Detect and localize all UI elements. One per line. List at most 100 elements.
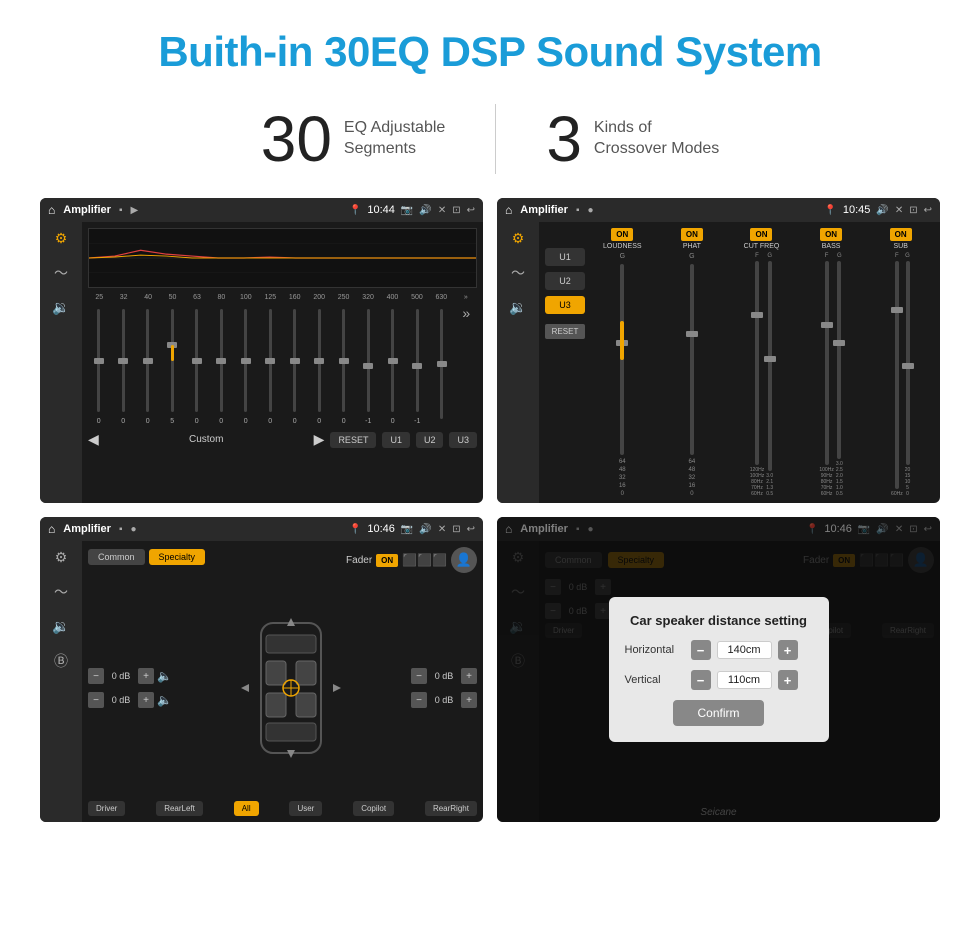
rearright-btn[interactable]: RearRight [425, 801, 477, 816]
eq-icon-3[interactable]: ⚙ [55, 549, 68, 566]
crossover-bands: ON LOUDNESS G 64 48 32 [589, 228, 934, 497]
stat-eq-label: EQ AdjustableSegments [344, 118, 445, 160]
driver-btn[interactable]: Driver [88, 801, 125, 816]
horizontal-minus-btn[interactable]: − [691, 640, 711, 660]
bt-icon[interactable]: Ⓑ [54, 651, 68, 671]
eq-icon[interactable]: ⚙ [55, 230, 68, 247]
car-diagram-svg [236, 613, 346, 763]
eq-slider-10[interactable]: 0 [333, 305, 355, 425]
back-icon-3[interactable]: ↩ [467, 524, 475, 535]
bass-label: BASS [822, 243, 841, 250]
specialty-tab[interactable]: Specialty [149, 549, 206, 565]
user-profile-icon[interactable]: 👤 [451, 547, 477, 573]
eq-slider-8[interactable]: 0 [284, 305, 306, 425]
u2-button[interactable]: U2 [416, 432, 444, 448]
phat-on[interactable]: ON [681, 228, 703, 241]
eq-slider-3[interactable]: 5 [162, 305, 184, 425]
volume-icon-2: 🔊 [876, 205, 888, 216]
eq-slider-1[interactable]: 0 [113, 305, 135, 425]
eq-slider-14[interactable] [431, 305, 453, 425]
speaker-tl-icon: 🔈 [157, 669, 172, 683]
screen-eq-sidebar: ⚙ 〜 🔉 [40, 222, 82, 503]
eq-slider-extra: » [456, 305, 478, 425]
level-br-minus[interactable]: − [411, 692, 427, 708]
home-icon[interactable]: ⌂ [48, 203, 55, 217]
level-bl-plus[interactable]: + [138, 692, 154, 708]
level-row-bottomleft: − 0 dB + 🔈 [88, 692, 172, 708]
home-icon-2[interactable]: ⌂ [505, 203, 512, 217]
screen-speaker-main: Common Specialty Fader ON ⬛⬛⬛ 👤 [82, 541, 483, 822]
eq-slider-6[interactable]: 0 [235, 305, 257, 425]
screen-crossover-main: U1 U2 U3 RESET ON LOUDNESS G [539, 222, 940, 503]
level-bl-minus[interactable]: − [88, 692, 104, 708]
speaker-toprow: Common Specialty Fader ON ⬛⬛⬛ 👤 [88, 547, 477, 573]
speaker-icon-2[interactable]: 🔉 [509, 299, 526, 316]
wave-icon-3[interactable]: 〜 [54, 582, 68, 602]
next-icon[interactable]: ▶ [314, 431, 325, 448]
screen-crossover-time: 10:45 [843, 204, 871, 216]
dialog-overlay: Car speaker distance setting Horizontal … [497, 517, 940, 822]
eq-bottom-bar: ◀ Custom ▶ RESET U1 U2 U3 [88, 431, 477, 448]
speaker-icon-3[interactable]: 🔉 [52, 618, 69, 635]
right-levels: − 0 dB + − 0 dB + [411, 579, 477, 797]
common-tab[interactable]: Common [88, 549, 145, 565]
horizontal-value: 140cm [717, 641, 772, 659]
u2-preset-btn[interactable]: U2 [545, 272, 585, 290]
speaker-icon[interactable]: 🔉 [52, 299, 69, 316]
u1-preset-btn[interactable]: U1 [545, 248, 585, 266]
wave-icon-2[interactable]: 〜 [511, 263, 525, 283]
eq-slider-13[interactable]: -1 [407, 305, 429, 425]
crossover-content: U1 U2 U3 RESET ON LOUDNESS G [545, 228, 934, 497]
level-tr-val: 0 dB [430, 671, 458, 681]
eq-slider-4[interactable]: 0 [186, 305, 208, 425]
copilot-btn[interactable]: Copilot [353, 801, 394, 816]
vertical-plus-btn[interactable]: + [778, 670, 798, 690]
rearleft-btn[interactable]: RearLeft [156, 801, 203, 816]
level-br-plus[interactable]: + [461, 692, 477, 708]
dot-icon-3: ● [130, 524, 136, 535]
loudness-on[interactable]: ON [611, 228, 633, 241]
eq-slider-9[interactable]: 0 [309, 305, 331, 425]
wave-icon[interactable]: 〜 [54, 263, 68, 283]
prev-icon[interactable]: ◀ [88, 431, 99, 448]
confirm-button[interactable]: Confirm [673, 700, 763, 726]
x-icon-3: ✕ [438, 524, 446, 535]
reset-button[interactable]: RESET [330, 432, 376, 448]
x-icon-2: ✕ [895, 205, 903, 216]
horizontal-plus-btn[interactable]: + [778, 640, 798, 660]
back-icon[interactable]: ↩ [467, 205, 475, 216]
eq-slider-11[interactable]: -1 [358, 305, 380, 425]
u3-preset-btn[interactable]: U3 [545, 296, 585, 314]
vertical-minus-btn[interactable]: − [691, 670, 711, 690]
stat-eq: 30 EQ AdjustableSegments [211, 107, 496, 171]
u1-button[interactable]: U1 [382, 432, 410, 448]
eq-slider-7[interactable]: 0 [260, 305, 282, 425]
eq-slider-0[interactable]: 0 [88, 305, 110, 425]
page-header: Buith-in 30EQ DSP Sound System [0, 0, 980, 94]
sub-on[interactable]: ON [890, 228, 912, 241]
eq-slider-12[interactable]: 0 [382, 305, 404, 425]
back-icon-2[interactable]: ↩ [924, 205, 932, 216]
all-btn[interactable]: All [234, 801, 259, 816]
u3-button[interactable]: U3 [449, 432, 477, 448]
eq-slider-2[interactable]: 0 [137, 305, 159, 425]
screen-eq-content: ⚙ 〜 🔉 [40, 222, 483, 503]
eq-slider-5[interactable]: 0 [211, 305, 233, 425]
cutfreq-on[interactable]: ON [750, 228, 772, 241]
level-tr-plus[interactable]: + [461, 668, 477, 684]
dot-icon-2: ● [587, 205, 593, 216]
screen-speaker-content: ⚙ 〜 🔉 Ⓑ Common Specialty Fader ON [40, 541, 483, 822]
level-topleft-plus[interactable]: + [138, 668, 154, 684]
home-icon-3[interactable]: ⌂ [48, 522, 55, 536]
volume-icon-3: 🔊 [419, 524, 431, 535]
dialog-title: Car speaker distance setting [625, 613, 813, 628]
level-tr-minus[interactable]: − [411, 668, 427, 684]
bass-on[interactable]: ON [820, 228, 842, 241]
eq-icon-2[interactable]: ⚙ [512, 230, 525, 247]
fader-on-btn[interactable]: ON [376, 554, 398, 567]
screens-grid: ⌂ Amplifier ▪ ▶ 📍 10:44 📷 🔊 ✕ ⊡ ↩ ⚙ 〜 🔉 [0, 198, 980, 842]
level-row-topright: − 0 dB + [411, 668, 477, 684]
crossover-reset-btn[interactable]: RESET [545, 324, 585, 339]
level-topleft-minus[interactable]: − [88, 668, 104, 684]
user-btn[interactable]: User [289, 801, 322, 816]
